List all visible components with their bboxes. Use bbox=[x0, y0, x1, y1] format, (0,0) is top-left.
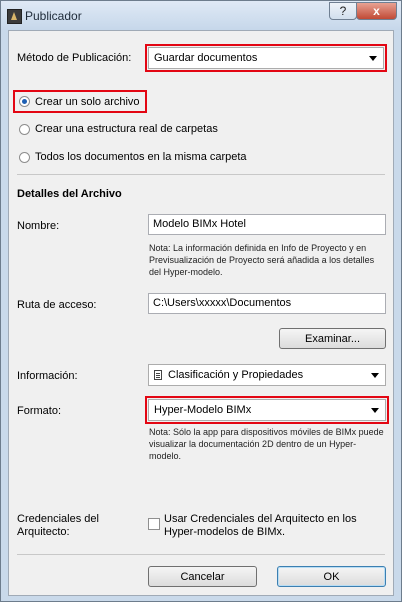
radio-same-folder-label: Todos los documentos en la misma carpeta bbox=[35, 151, 247, 163]
name-note: Nota: La información definida en Info de… bbox=[149, 243, 375, 277]
ok-button[interactable]: OK bbox=[277, 566, 386, 587]
publish-method-value: Guardar documentos bbox=[154, 52, 258, 64]
radio-folder-structure-label: Crear una estructura real de carpetas bbox=[35, 123, 218, 135]
name-field[interactable]: Modelo BIMx Hotel bbox=[148, 214, 386, 235]
radio-button[interactable] bbox=[19, 151, 30, 163]
format-label: Formato: bbox=[17, 405, 62, 417]
format-select[interactable]: Hyper-Modelo BIMx bbox=[145, 396, 389, 424]
chevron-down-icon bbox=[369, 56, 377, 61]
format-value: Hyper-Modelo BIMx bbox=[154, 404, 252, 416]
info-label: Información: bbox=[17, 370, 78, 382]
format-note: Nota: Sólo la app para dispositivos móvi… bbox=[149, 427, 384, 461]
chevron-down-icon bbox=[371, 408, 379, 413]
radio-same-folder[interactable]: Todos los documentos en la misma carpeta bbox=[19, 151, 247, 163]
separator bbox=[17, 174, 385, 175]
radio-single-file[interactable]: Crear un solo archivo bbox=[13, 90, 147, 113]
credentials-label: Credenciales del Arquitecto: bbox=[17, 513, 99, 538]
file-details-heading: Detalles del Archivo bbox=[17, 188, 122, 200]
chevron-down-icon bbox=[371, 373, 379, 378]
name-label: Nombre: bbox=[17, 220, 60, 232]
radio-button-selected[interactable] bbox=[19, 96, 30, 107]
cancel-button[interactable]: Cancelar bbox=[148, 566, 257, 587]
separator bbox=[17, 554, 385, 555]
path-field[interactable]: C:\Users\xxxxx\Documentos bbox=[148, 293, 386, 314]
dialog-body: Método de Publicación: Guardar documento… bbox=[8, 30, 394, 596]
help-button[interactable]: ? bbox=[329, 2, 357, 20]
info-value: Clasificación y Propiedades bbox=[168, 369, 304, 381]
document-icon bbox=[154, 370, 162, 380]
title-bar[interactable]: Publicador ? x bbox=[1, 1, 401, 30]
credentials-checkbox[interactable] bbox=[148, 518, 160, 530]
info-select[interactable]: Clasificación y Propiedades bbox=[148, 364, 386, 386]
archicad-app-icon bbox=[7, 9, 22, 24]
publisher-dialog: Publicador ? x Método de Publicación: Gu… bbox=[0, 0, 402, 602]
publish-method-label: Método de Publicación: bbox=[17, 52, 132, 64]
publish-method-select[interactable]: Guardar documentos bbox=[145, 44, 387, 72]
radio-button[interactable] bbox=[19, 123, 30, 135]
path-label: Ruta de acceso: bbox=[17, 299, 97, 311]
radio-single-file-label: Crear un solo archivo bbox=[35, 95, 140, 108]
window-title: Publicador bbox=[25, 9, 82, 23]
close-button[interactable]: x bbox=[356, 2, 397, 20]
radio-folder-structure[interactable]: Crear una estructura real de carpetas bbox=[19, 123, 218, 135]
browse-button[interactable]: Examinar... bbox=[279, 328, 386, 349]
credentials-checkbox-label: Usar Credenciales del Arquitecto en los … bbox=[164, 513, 357, 538]
